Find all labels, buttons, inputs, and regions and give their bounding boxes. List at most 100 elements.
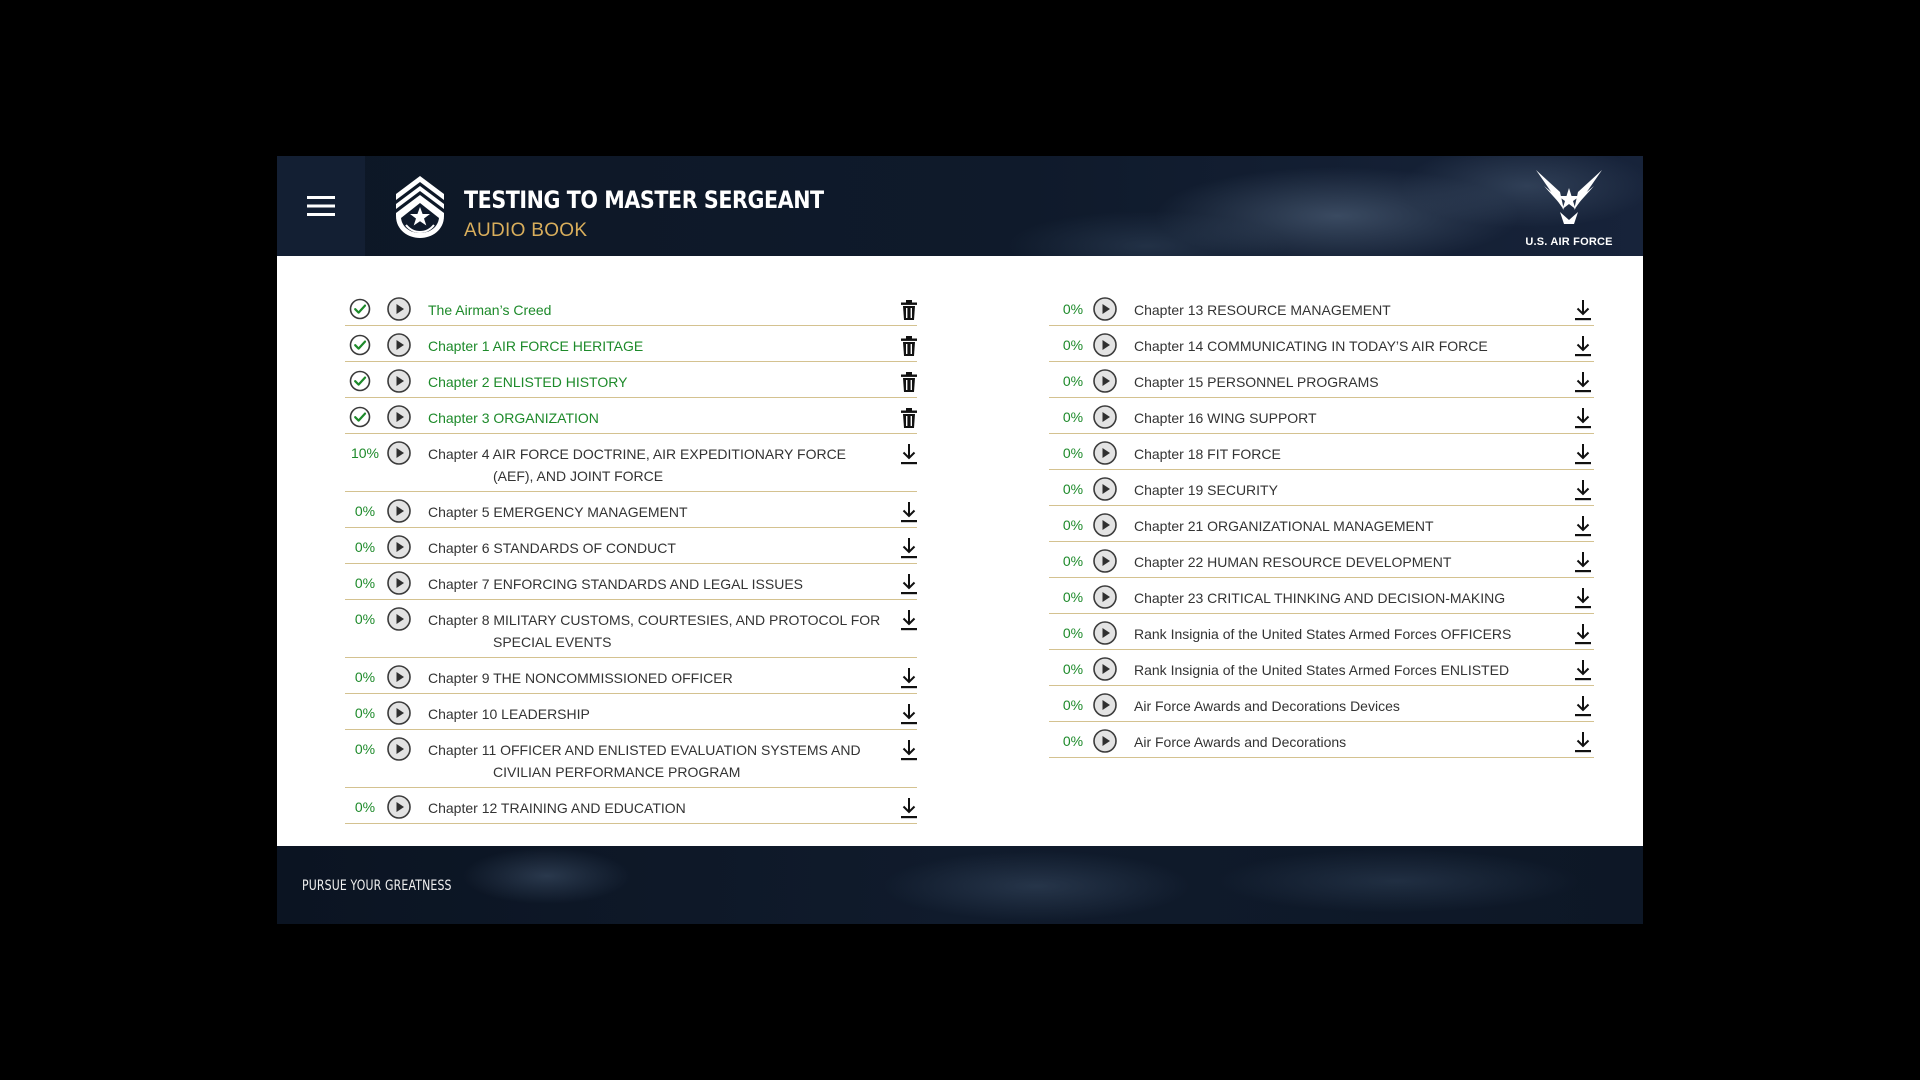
play-button[interactable] — [1093, 513, 1117, 537]
play-icon[interactable] — [1093, 585, 1117, 609]
download-icon[interactable] — [1574, 407, 1592, 429]
chapter-title[interactable]: Chapter 12 TRAINING AND EDUCATION — [428, 797, 686, 819]
play-icon[interactable] — [387, 607, 411, 631]
chapter-title[interactable]: Chapter 7 ENFORCING STANDARDS AND LEGAL … — [428, 573, 803, 595]
chapter-row[interactable]: 0% Air Force Awards and Decorations Devic… — [1049, 686, 1594, 722]
delete-button[interactable] — [898, 406, 920, 430]
play-button[interactable] — [387, 701, 411, 725]
download-icon[interactable] — [1574, 659, 1592, 681]
play-button[interactable] — [387, 571, 411, 595]
chapter-row[interactable]: 0% Chapter 6 STANDARDS OF CONDUCT — [345, 528, 917, 564]
delete-button[interactable] — [898, 298, 920, 322]
play-icon[interactable] — [387, 665, 411, 689]
trash-icon[interactable] — [901, 336, 917, 356]
download-button[interactable] — [1572, 586, 1594, 610]
play-button[interactable] — [1093, 477, 1117, 501]
chapter-row[interactable]: 0% Chapter 5 EMERGENCY MANAGEMENT — [345, 492, 917, 528]
play-button[interactable] — [1093, 621, 1117, 645]
chapter-title[interactable]: Chapter 6 STANDARDS OF CONDUCT — [428, 537, 676, 559]
download-button[interactable] — [1572, 550, 1594, 574]
download-icon[interactable] — [900, 739, 918, 761]
chapter-title[interactable]: Chapter 13 RESOURCE MANAGEMENT — [1134, 299, 1391, 321]
delete-button[interactable] — [898, 370, 920, 394]
download-button[interactable] — [898, 796, 920, 820]
chapter-row[interactable]: 0% Chapter 7 ENFORCING STANDARDS AND LEGA… — [345, 564, 917, 600]
play-button[interactable] — [387, 441, 411, 465]
download-icon[interactable] — [1574, 515, 1592, 537]
play-icon[interactable] — [1093, 405, 1117, 429]
chapter-row[interactable]: Chapter 1 AIR FORCE HERITAGE — [345, 326, 917, 362]
play-button[interactable] — [1093, 693, 1117, 717]
play-icon[interactable] — [1093, 333, 1117, 357]
chapter-row[interactable]: 0% Chapter 21 ORGANIZATIONAL MANAGEMENT — [1049, 506, 1594, 542]
play-button[interactable] — [387, 737, 411, 761]
chapter-title[interactable]: Chapter 9 THE NONCOMMISSIONED OFFICER — [428, 667, 733, 689]
play-button[interactable] — [1093, 549, 1117, 573]
play-button[interactable] — [387, 535, 411, 559]
chapter-title[interactable]: Chapter 2 ENLISTED HISTORY — [428, 371, 627, 393]
chapter-title[interactable]: Chapter 18 FIT FORCE — [1134, 443, 1281, 465]
download-icon[interactable] — [900, 537, 918, 559]
download-button[interactable] — [898, 702, 920, 726]
play-icon[interactable] — [387, 405, 411, 429]
chapter-row[interactable]: 0% Chapter 18 FIT FORCE — [1049, 434, 1594, 470]
download-button[interactable] — [1572, 478, 1594, 502]
trash-icon[interactable] — [901, 408, 917, 428]
download-icon[interactable] — [1574, 623, 1592, 645]
download-button[interactable] — [898, 666, 920, 690]
download-button[interactable] — [1572, 334, 1594, 358]
chapter-title[interactable]: The Airman’s Creed — [428, 299, 551, 321]
chapter-row[interactable]: 0% Chapter 23 CRITICAL THINKING AND DECIS… — [1049, 578, 1594, 614]
download-icon[interactable] — [900, 609, 918, 631]
download-button[interactable] — [1572, 658, 1594, 682]
hamburger-menu-icon[interactable] — [307, 195, 335, 217]
play-icon[interactable] — [387, 701, 411, 725]
play-button[interactable] — [1093, 405, 1117, 429]
chapter-title[interactable]: Chapter 4 AIR FORCE DOCTRINE, AIR EXPEDI… — [428, 443, 846, 487]
play-button[interactable] — [387, 665, 411, 689]
download-icon[interactable] — [900, 573, 918, 595]
chapter-title[interactable]: Chapter 8 MILITARY CUSTOMS, COURTESIES, … — [428, 609, 880, 653]
play-button[interactable] — [387, 369, 411, 393]
download-button[interactable] — [1572, 406, 1594, 430]
download-button[interactable] — [1572, 442, 1594, 466]
trash-icon[interactable] — [901, 372, 917, 392]
chapter-row[interactable]: 0% Rank Insignia of the United States Arm… — [1049, 614, 1594, 650]
play-icon[interactable] — [1093, 729, 1117, 753]
play-icon[interactable] — [387, 571, 411, 595]
chapter-row[interactable]: 10% Chapter 4 AIR FORCE DOCTRINE, AIR EXP… — [345, 434, 917, 492]
play-icon[interactable] — [1093, 513, 1117, 537]
chapter-row[interactable]: 0% Chapter 8 MILITARY CUSTOMS, COURTESIES… — [345, 600, 917, 658]
play-icon[interactable] — [1093, 441, 1117, 465]
play-button[interactable] — [387, 795, 411, 819]
download-icon[interactable] — [1574, 443, 1592, 465]
chapter-title[interactable]: Chapter 14 COMMUNICATING IN TODAY’S AIR … — [1134, 335, 1488, 357]
chapter-title[interactable]: Chapter 23 CRITICAL THINKING AND DECISIO… — [1134, 587, 1505, 609]
play-icon[interactable] — [1093, 297, 1117, 321]
chapter-row[interactable]: 0% Air Force Awards and Decorations — [1049, 722, 1594, 758]
download-button[interactable] — [1572, 298, 1594, 322]
play-button[interactable] — [1093, 657, 1117, 681]
play-icon[interactable] — [387, 535, 411, 559]
download-button[interactable] — [1572, 514, 1594, 538]
download-button[interactable] — [898, 608, 920, 632]
chapter-row[interactable]: 0% Chapter 10 LEADERSHIP — [345, 694, 917, 730]
chapter-title[interactable]: Chapter 19 SECURITY — [1134, 479, 1278, 501]
download-button[interactable] — [898, 572, 920, 596]
chapter-title[interactable]: Rank Insignia of the United States Armed… — [1134, 659, 1509, 681]
play-button[interactable] — [387, 297, 411, 321]
chapter-title[interactable]: Chapter 22 HUMAN RESOURCE DEVELOPMENT — [1134, 551, 1451, 573]
chapter-row[interactable]: Chapter 2 ENLISTED HISTORY — [345, 362, 917, 398]
chapter-title[interactable]: Air Force Awards and Decorations — [1134, 731, 1346, 753]
play-icon[interactable] — [1093, 369, 1117, 393]
play-icon[interactable] — [387, 795, 411, 819]
chapter-title[interactable]: Chapter 11 OFFICER AND ENLISTED EVALUATI… — [428, 739, 861, 783]
download-button[interactable] — [898, 442, 920, 466]
chapter-row[interactable]: 0% Rank Insignia of the United States Arm… — [1049, 650, 1594, 686]
download-button[interactable] — [1572, 622, 1594, 646]
download-icon[interactable] — [1574, 299, 1592, 321]
download-icon[interactable] — [900, 703, 918, 725]
chapter-row[interactable]: 0% Chapter 14 COMMUNICATING IN TODAY’S AI… — [1049, 326, 1594, 362]
play-button[interactable] — [1093, 729, 1117, 753]
download-icon[interactable] — [900, 443, 918, 465]
